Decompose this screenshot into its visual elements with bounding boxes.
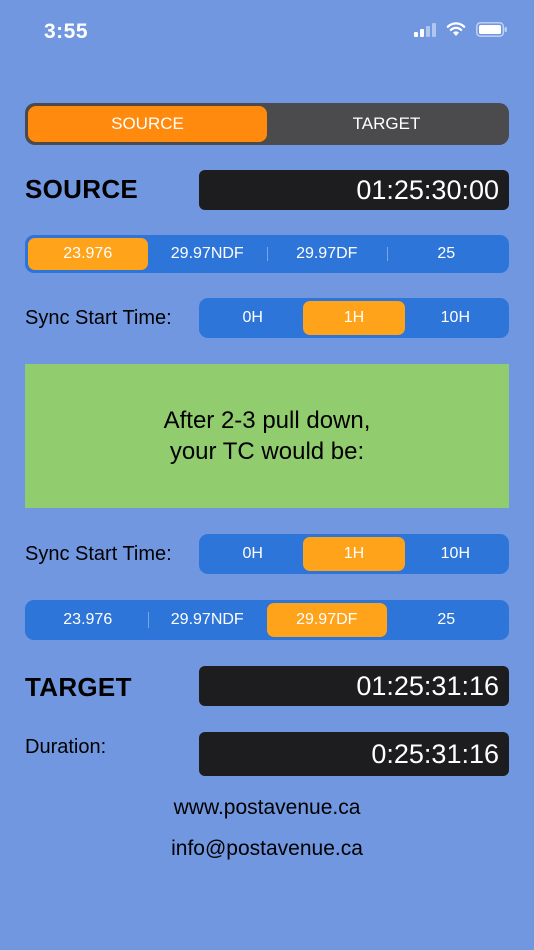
source-framerate-2997ndf[interactable]: 29.97NDF bbox=[148, 238, 268, 270]
message-line-1: After 2-3 pull down, bbox=[163, 407, 371, 434]
target-sync-label: Sync Start Time: bbox=[25, 543, 172, 565]
wifi-icon bbox=[446, 22, 466, 42]
source-label: SOURCE bbox=[25, 174, 139, 204]
target-framerate-25[interactable]: 25 bbox=[387, 603, 507, 637]
target-sync-selector[interactable]: 0H 1H 10H bbox=[199, 534, 509, 574]
mode-target-tab[interactable]: TARGET bbox=[267, 106, 506, 142]
email-link[interactable]: info@postavenue.ca bbox=[0, 837, 534, 861]
target-label: TARGET bbox=[25, 672, 132, 702]
target-timecode-display: 01:25:31:16 bbox=[199, 666, 509, 706]
mode-toggle[interactable]: SOURCE TARGET bbox=[25, 103, 509, 145]
source-timecode-field[interactable]: 01:25:30:00 bbox=[199, 170, 509, 210]
source-framerate-selector[interactable]: 23.976 29.97NDF 29.97DF 25 bbox=[25, 235, 509, 273]
target-sync-0h[interactable]: 0H bbox=[202, 537, 303, 571]
duration-label: Duration: bbox=[25, 736, 107, 758]
message-line-2: your TC would be: bbox=[169, 438, 365, 465]
source-sync-selector[interactable]: 0H 1H 10H bbox=[199, 298, 509, 338]
status-time: 3:55 bbox=[44, 20, 89, 43]
battery-icon bbox=[476, 22, 508, 42]
source-framerate-2997df[interactable]: 29.97DF bbox=[267, 238, 387, 270]
target-sync-1h[interactable]: 1H bbox=[303, 537, 405, 571]
source-sync-0h[interactable]: 0H bbox=[202, 301, 303, 335]
target-framerate-2997ndf[interactable]: 29.97NDF bbox=[147, 603, 268, 637]
signal-icon bbox=[414, 22, 436, 42]
mode-source-tab[interactable]: SOURCE bbox=[28, 106, 267, 142]
target-sync-10h[interactable]: 10H bbox=[405, 537, 506, 571]
source-sync-10h[interactable]: 10H bbox=[405, 301, 506, 335]
source-framerate-23976[interactable]: 23.976 bbox=[28, 238, 148, 270]
source-sync-1h[interactable]: 1H bbox=[303, 301, 405, 335]
pulldown-message: After 2-3 pull down, your TC would be: bbox=[25, 364, 509, 508]
duration-display: 0:25:31:16 bbox=[199, 732, 509, 776]
target-framerate-2997df[interactable]: 29.97DF bbox=[267, 603, 387, 637]
target-framerate-selector[interactable]: 23.976 29.97NDF 29.97DF 25 bbox=[25, 600, 509, 640]
status-icons bbox=[414, 22, 508, 42]
source-sync-label: Sync Start Time: bbox=[25, 307, 172, 329]
source-framerate-25[interactable]: 25 bbox=[386, 238, 507, 270]
website-link[interactable]: www.postavenue.ca bbox=[0, 796, 534, 820]
target-framerate-23976[interactable]: 23.976 bbox=[28, 603, 148, 637]
